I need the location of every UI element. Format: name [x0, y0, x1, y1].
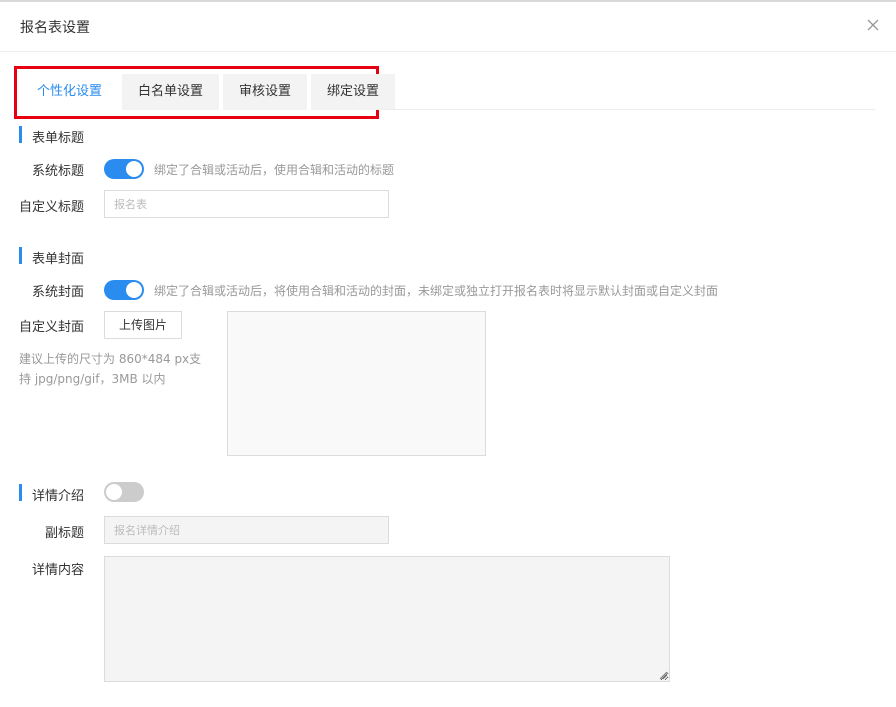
system-cover-hint: 绑定了合辑或活动后，将使用合辑和活动的封面，未绑定或独立打开报名表时将显示默认封…	[154, 284, 719, 298]
content-label: 详情内容	[32, 563, 85, 578]
subtitle-input[interactable]	[104, 516, 389, 544]
subtitle-label: 副标题	[45, 526, 85, 541]
toggle-knob	[126, 161, 142, 177]
system-title-toggle[interactable]	[104, 159, 144, 179]
details-content-textarea[interactable]	[104, 556, 670, 682]
tab-personalization[interactable]: 个性化设置	[21, 74, 119, 110]
section-title-form-title: 表单标题	[32, 131, 85, 146]
cover-preview	[227, 311, 486, 456]
section-marker	[19, 126, 22, 143]
custom-title-label: 自定义标题	[19, 200, 85, 215]
section-marker	[19, 247, 22, 264]
tab-bar-divider	[381, 109, 875, 110]
section-marker	[19, 484, 22, 501]
custom-cover-label: 自定义封面	[19, 320, 85, 335]
system-title-hint: 绑定了合辑或活动后，使用合辑和活动的标题	[154, 163, 395, 177]
upload-hint-line-1: 建议上传的尺寸为 860*484 px支	[19, 352, 202, 366]
upload-hint-line-2: 持 jpg/png/gif，3MB 以内	[19, 372, 166, 386]
toggle-knob	[106, 484, 122, 500]
tab-review[interactable]: 审核设置	[223, 74, 308, 110]
upload-image-button[interactable]: 上传图片	[104, 311, 183, 339]
system-cover-toggle[interactable]	[104, 280, 144, 300]
details-toggle[interactable]	[104, 482, 144, 502]
dialog-header: 报名表设置	[0, 2, 896, 52]
system-cover-label: 系统封面	[32, 285, 85, 300]
dialog-title: 报名表设置	[20, 20, 90, 36]
custom-title-input[interactable]	[104, 190, 389, 218]
section-title-form-cover: 表单封面	[32, 252, 85, 267]
close-icon[interactable]	[864, 16, 882, 34]
tab-bar: 个性化设置 白名单设置 审核设置 绑定设置	[21, 74, 399, 110]
toggle-knob	[126, 282, 142, 298]
tab-binding[interactable]: 绑定设置	[311, 74, 396, 110]
tab-whitelist[interactable]: 白名单设置	[122, 74, 220, 110]
section-title-details: 详情介绍	[32, 489, 85, 504]
system-title-label: 系统标题	[32, 164, 85, 179]
